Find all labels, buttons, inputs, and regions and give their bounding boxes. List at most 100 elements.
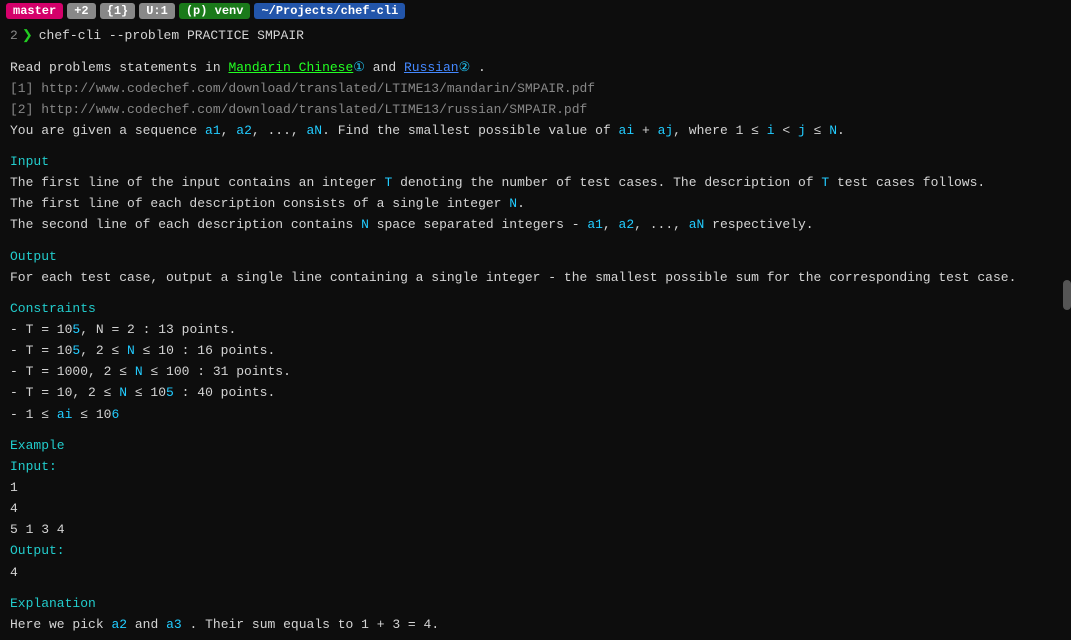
c3-N: N bbox=[135, 364, 143, 379]
lt1: < bbox=[775, 123, 798, 138]
input-line3: The second line of each description cont… bbox=[10, 215, 1061, 235]
c2-rest2: ≤ 10 : 16 points. bbox=[135, 343, 275, 358]
c4-sup: 5 bbox=[166, 385, 174, 400]
explain-and: and bbox=[135, 617, 158, 632]
command-line: 2 ❯ chef-cli --problem PRACTICE SMPAIR bbox=[10, 26, 1061, 46]
intro-text: Read problems statements in bbox=[10, 60, 221, 75]
c5-ai: ai bbox=[57, 407, 73, 422]
intro-line: Read problems statements in Mandarin Chi… bbox=[10, 58, 1061, 78]
explain-a2: a2 bbox=[111, 617, 127, 632]
output-ex-label: Output: bbox=[10, 541, 1061, 561]
desc-dots: , ..., bbox=[252, 123, 307, 138]
desc-line: You are given a sequence a1, a2, ..., aN… bbox=[10, 121, 1061, 141]
constraints-label: Constraints bbox=[10, 301, 96, 316]
comma3: , bbox=[603, 217, 619, 232]
var-a2-2: a2 bbox=[619, 217, 635, 232]
c3-text: - T = 1000, 2 ≤ bbox=[10, 364, 135, 379]
ex-input2: 4 bbox=[10, 499, 1061, 519]
count-badge: +2 bbox=[67, 3, 95, 19]
constraints-label-line: Constraints bbox=[10, 299, 1061, 319]
c4-rest: ≤ 10 bbox=[127, 385, 166, 400]
explanation-label: Explanation bbox=[10, 596, 96, 611]
input-ex-label: Input: bbox=[10, 457, 1061, 477]
input-text3: The second line of each description cont… bbox=[10, 217, 361, 232]
var-j: j bbox=[798, 123, 806, 138]
var-a1-2: a1 bbox=[587, 217, 603, 232]
c3-rest: ≤ 100 : 31 points. bbox=[143, 364, 291, 379]
input-line1: The first line of the input contains an … bbox=[10, 173, 1061, 193]
c2-N: N bbox=[127, 343, 135, 358]
command-text: chef-cli --problem PRACTICE SMPAIR bbox=[39, 26, 304, 46]
url1-line: [1] http://www.codechef.com/download/tra… bbox=[10, 79, 1061, 99]
example-label: Example bbox=[10, 438, 65, 453]
c2-rest: , 2 ≤ bbox=[80, 343, 127, 358]
desc-period: . bbox=[837, 123, 845, 138]
var-i: i bbox=[767, 123, 775, 138]
russian-sup: ② bbox=[459, 60, 471, 75]
venv-badge: (p) venv bbox=[179, 3, 251, 19]
input-label: Input bbox=[10, 154, 49, 169]
input-text2b: . bbox=[517, 196, 525, 211]
c4-text: - T = 10, 2 ≤ bbox=[10, 385, 119, 400]
period: . bbox=[478, 60, 486, 75]
url2-line: [2] http://www.codechef.com/download/tra… bbox=[10, 100, 1061, 120]
c4-rest2: : 40 points. bbox=[174, 385, 275, 400]
dots2: , ..., bbox=[634, 217, 689, 232]
plus: + bbox=[634, 123, 657, 138]
constraint-line4: - T = 10, 2 ≤ N ≤ 105 : 40 points. bbox=[10, 383, 1061, 403]
indicator2-badge: U:1 bbox=[139, 3, 175, 19]
c5-sup: 6 bbox=[111, 407, 119, 422]
input-text1c: test cases follows. bbox=[829, 175, 985, 190]
output-ex-text: Output: bbox=[10, 543, 65, 558]
input-label-line: Input bbox=[10, 152, 1061, 172]
prompt-arrow: ❯ bbox=[22, 26, 33, 46]
constraint-line1: - T = 105, N = 2 : 13 points. bbox=[10, 320, 1061, 340]
var-aj: aj bbox=[658, 123, 674, 138]
c2-text: - T = 10 bbox=[10, 343, 72, 358]
var-N-end: N bbox=[829, 123, 837, 138]
var-N2: N bbox=[361, 217, 369, 232]
c5-text: - 1 ≤ bbox=[10, 407, 57, 422]
input-line2: The first line of each description consi… bbox=[10, 194, 1061, 214]
var-a1: a1 bbox=[205, 123, 221, 138]
input-text2: The first line of each description consi… bbox=[10, 196, 509, 211]
output-label-line: Output bbox=[10, 247, 1061, 267]
input-text1: The first line of the input contains an … bbox=[10, 175, 384, 190]
c1-rest: , N = 2 : 13 points. bbox=[80, 322, 236, 337]
var-N1: N bbox=[509, 196, 517, 211]
constraint-line3: - T = 1000, 2 ≤ N ≤ 100 : 31 points. bbox=[10, 362, 1061, 382]
explain-text3: . Their sum equals to 1 + 3 = 4. bbox=[190, 617, 440, 632]
ex-input1: 1 bbox=[10, 478, 1061, 498]
var-aN: aN bbox=[306, 123, 322, 138]
ex-output1: 4 bbox=[10, 563, 1061, 583]
var-aN-2: aN bbox=[689, 217, 705, 232]
constraint-line5: - 1 ≤ ai ≤ 106 bbox=[10, 405, 1061, 425]
example-label-line: Example bbox=[10, 436, 1061, 456]
explain-text1: Here we pick bbox=[10, 617, 104, 632]
russian-link[interactable]: Russian bbox=[404, 60, 459, 75]
output-line: For each test case, output a single line… bbox=[10, 268, 1061, 288]
c5-rest: ≤ 10 bbox=[72, 407, 111, 422]
mandarin-link[interactable]: Mandarin Chinese bbox=[228, 60, 353, 75]
and-text: and bbox=[373, 60, 396, 75]
output-label: Output bbox=[10, 249, 57, 264]
constraint-line2: - T = 105, 2 ≤ N ≤ 10 : 16 points. bbox=[10, 341, 1061, 361]
explanation-line: Here we pick a2 and a3 . Their sum equal… bbox=[10, 615, 1061, 635]
terminal-content: 2 ❯ chef-cli --problem PRACTICE SMPAIR R… bbox=[0, 22, 1071, 640]
var-ai: ai bbox=[619, 123, 635, 138]
var-a2: a2 bbox=[236, 123, 252, 138]
desc-text1: You are given a sequence bbox=[10, 123, 205, 138]
ex-input3: 5 1 3 4 bbox=[10, 520, 1061, 540]
var-T2: T bbox=[821, 175, 829, 190]
title-bar: master +2 {1} U:1 (p) venv ~/Projects/ch… bbox=[0, 0, 1071, 22]
c4-N: N bbox=[119, 385, 127, 400]
input-text3b: space separated integers - bbox=[369, 217, 587, 232]
explanation-label-line: Explanation bbox=[10, 594, 1061, 614]
desc-text2: . Find the smallest possible value of bbox=[322, 123, 618, 138]
scrollbar[interactable] bbox=[1063, 280, 1071, 310]
c1-text: - T = 10 bbox=[10, 322, 72, 337]
leq-N: ≤ bbox=[806, 123, 829, 138]
branch-badge: master bbox=[6, 3, 63, 19]
terminal-window: master +2 {1} U:1 (p) venv ~/Projects/ch… bbox=[0, 0, 1071, 640]
input-ex-text: Input: bbox=[10, 459, 57, 474]
